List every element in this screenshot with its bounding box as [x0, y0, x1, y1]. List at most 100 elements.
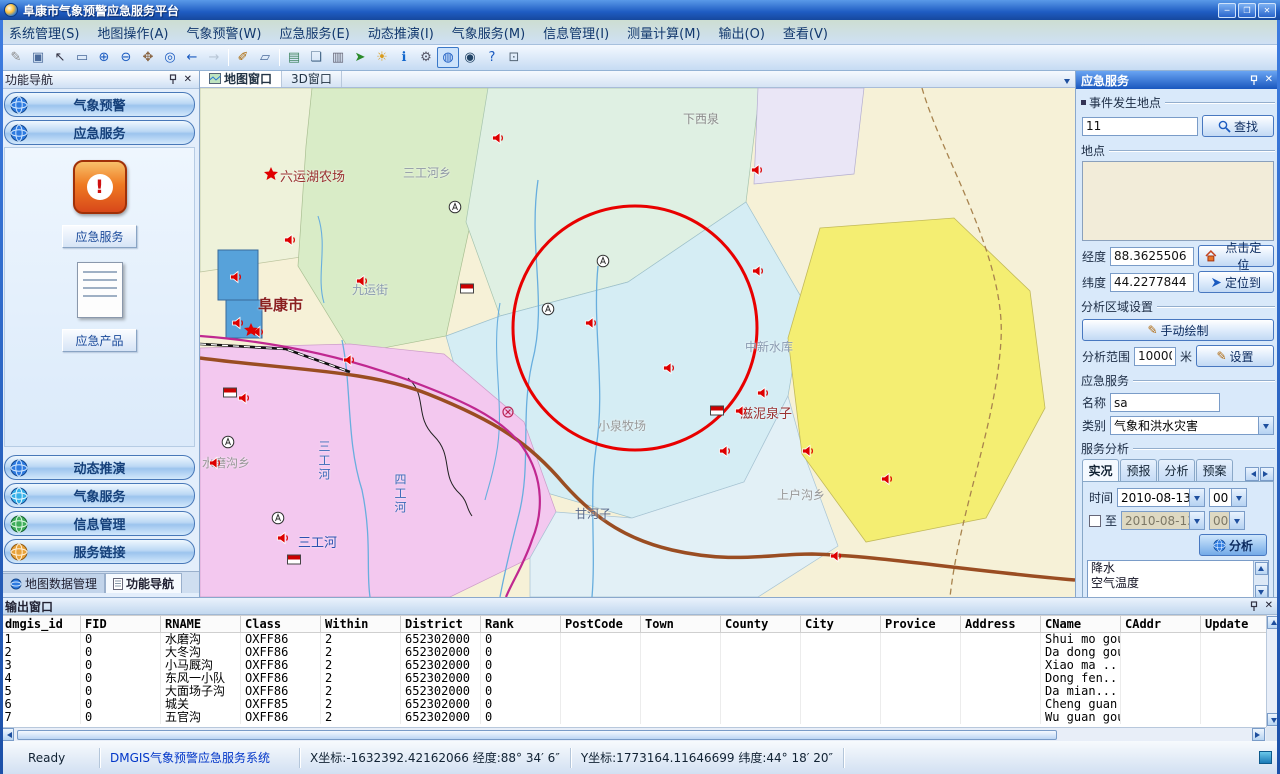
- speaker-icon[interactable]: [230, 271, 243, 284]
- dropdown-arrow-icon[interactable]: [1231, 489, 1246, 506]
- zoom-in-icon[interactable]: ⊕: [93, 47, 115, 68]
- info-icon[interactable]: ℹ: [393, 47, 415, 68]
- analysis-tab[interactable]: 预报: [1120, 459, 1157, 481]
- speaker-icon[interactable]: [752, 265, 765, 278]
- next-view-icon[interactable]: →: [203, 47, 225, 68]
- speaker-icon[interactable]: [881, 473, 894, 486]
- map-window-dropdown[interactable]: [1059, 75, 1075, 87]
- location-search-input[interactable]: [1082, 117, 1198, 136]
- service-type-select[interactable]: 气象和洪水灾害: [1110, 416, 1274, 435]
- end-date-select[interactable]: 2010-08-13: [1121, 511, 1205, 530]
- set-button[interactable]: ✎ 设置: [1196, 345, 1274, 367]
- menu-item[interactable]: 气象预警(W): [177, 21, 270, 44]
- menu-item[interactable]: 查看(V): [774, 21, 837, 44]
- speaker-icon[interactable]: [751, 164, 764, 177]
- flag-icon[interactable]: [460, 284, 474, 295]
- previous-view-icon[interactable]: ←: [181, 47, 203, 68]
- column-header[interactable]: CAddr: [1121, 616, 1201, 633]
- select-features-icon[interactable]: ▣: [27, 47, 49, 68]
- zoom-window-icon[interactable]: ▭: [71, 47, 93, 68]
- column-header[interactable]: Within: [321, 616, 401, 633]
- to-checkbox[interactable]: [1089, 515, 1101, 527]
- speaker-icon[interactable]: [585, 317, 598, 330]
- map-canvas[interactable]: 下西泉六运湖农场三工河乡九运街阜康市中新水库滋泥泉子小泉牧场上户沟乡甘河子三工河…: [200, 88, 1075, 597]
- circle-a-icon[interactable]: [542, 303, 555, 316]
- speaker-icon[interactable]: [277, 532, 290, 545]
- dropdown-arrow-icon[interactable]: [1189, 489, 1204, 506]
- flag-icon[interactable]: [710, 406, 724, 417]
- start-hour-select[interactable]: 00: [1209, 488, 1247, 507]
- full-extent-icon[interactable]: ◎: [159, 47, 181, 68]
- table-row[interactable]: 70五官沟OXFF8626523020000Wu guan gou: [1, 711, 1267, 724]
- shortcut-emergency-service[interactable]: 应急服务: [62, 225, 136, 248]
- find-button[interactable]: 查找: [1202, 115, 1274, 137]
- speaker-icon[interactable]: [209, 457, 222, 470]
- service-name-input[interactable]: [1110, 393, 1220, 412]
- eye-icon[interactable]: ◉: [459, 47, 481, 68]
- tab-3d-window[interactable]: 3D窗口: [282, 70, 342, 87]
- menu-item[interactable]: 应急服务(E): [270, 21, 358, 44]
- dropdown-arrow-icon[interactable]: [1229, 512, 1244, 529]
- emergency-service-icon[interactable]: !: [73, 160, 127, 214]
- speaker-icon[interactable]: [802, 445, 815, 458]
- close-button[interactable]: ✕: [1258, 3, 1276, 18]
- speaker-icon[interactable]: [757, 387, 770, 400]
- speaker-icon[interactable]: [735, 405, 748, 418]
- scroll-up-button[interactable]: [1255, 562, 1268, 575]
- speaker-icon[interactable]: [238, 392, 251, 405]
- start-date-select[interactable]: 2010-08-13: [1117, 488, 1205, 507]
- close-panel-icon[interactable]: ✕: [1263, 601, 1275, 611]
- latitude-input[interactable]: [1110, 273, 1194, 292]
- column-header[interactable]: Provice: [881, 616, 961, 633]
- shortcut-emergency-product[interactable]: 应急产品: [62, 329, 136, 352]
- end-hour-select[interactable]: 00: [1209, 511, 1245, 530]
- tab-map-window[interactable]: 地图窗口: [200, 70, 282, 87]
- help-icon[interactable]: ?: [481, 47, 503, 68]
- column-header[interactable]: Update: [1201, 616, 1267, 633]
- list-scrollbar[interactable]: [1253, 561, 1268, 597]
- minimize-button[interactable]: ─: [1218, 3, 1236, 18]
- column-header[interactable]: RNAME: [161, 616, 241, 633]
- table-row[interactable]: 60城关OXFF8526523020000Cheng guan: [1, 698, 1267, 711]
- nav-button-weather-warning[interactable]: 气象预警: [4, 92, 195, 117]
- column-header[interactable]: Town: [641, 616, 721, 633]
- menu-item[interactable]: 输出(O): [710, 21, 774, 44]
- speaker-icon[interactable]: [663, 362, 676, 375]
- measure-distance-icon[interactable]: ✐: [232, 47, 254, 68]
- click-locate-button[interactable]: 点击定位: [1198, 245, 1274, 267]
- globe-sync-icon[interactable]: ◍: [437, 47, 459, 68]
- column-header[interactable]: Rank: [481, 616, 561, 633]
- export-image-icon[interactable]: ▤: [283, 47, 305, 68]
- speaker-icon[interactable]: [356, 275, 369, 288]
- speaker-icon[interactable]: [830, 550, 843, 563]
- star-icon[interactable]: [264, 167, 278, 181]
- menu-item[interactable]: 系统管理(S): [0, 21, 88, 44]
- circle-a-icon[interactable]: [449, 201, 462, 214]
- column-header[interactable]: FID: [81, 616, 161, 633]
- place-list-box[interactable]: [1082, 161, 1274, 241]
- zoom-out-icon[interactable]: ⊖: [115, 47, 137, 68]
- analysis-tab[interactable]: 预案: [1196, 459, 1233, 481]
- measure-area-icon[interactable]: ▱: [254, 47, 276, 68]
- element-item[interactable]: 降水: [1088, 561, 1253, 576]
- table-row[interactable]: 20大冬沟OXFF8626523020000Da dong gou: [1, 646, 1267, 659]
- longitude-input[interactable]: [1110, 247, 1194, 266]
- restore-button[interactable]: ❐: [1238, 3, 1256, 18]
- nav-button-info-management[interactable]: 信息管理: [4, 511, 195, 536]
- tab-scroll-left-button[interactable]: [1245, 467, 1259, 481]
- column-header[interactable]: PostCode: [561, 616, 641, 633]
- north-arrow-icon[interactable]: ➤: [349, 47, 371, 68]
- pin-icon[interactable]: [168, 74, 178, 85]
- speaker-icon[interactable]: [284, 234, 297, 247]
- nav-button-service-links[interactable]: 服务链接: [4, 539, 195, 564]
- close-panel-icon[interactable]: ✕: [182, 75, 194, 85]
- tab-map-data-management[interactable]: 地图数据管理: [2, 573, 105, 593]
- circle-a-icon[interactable]: [222, 436, 235, 449]
- menu-item[interactable]: 信息管理(I): [534, 21, 618, 44]
- analyze-button[interactable]: 分析: [1199, 534, 1267, 556]
- nav-button-dynamic-deduction[interactable]: 动态推演: [4, 455, 195, 480]
- nav-button-weather-service[interactable]: 气象服务: [4, 483, 195, 508]
- analysis-tab[interactable]: 分析: [1158, 459, 1195, 481]
- column-header[interactable]: County: [721, 616, 801, 633]
- flag-icon[interactable]: [223, 388, 237, 399]
